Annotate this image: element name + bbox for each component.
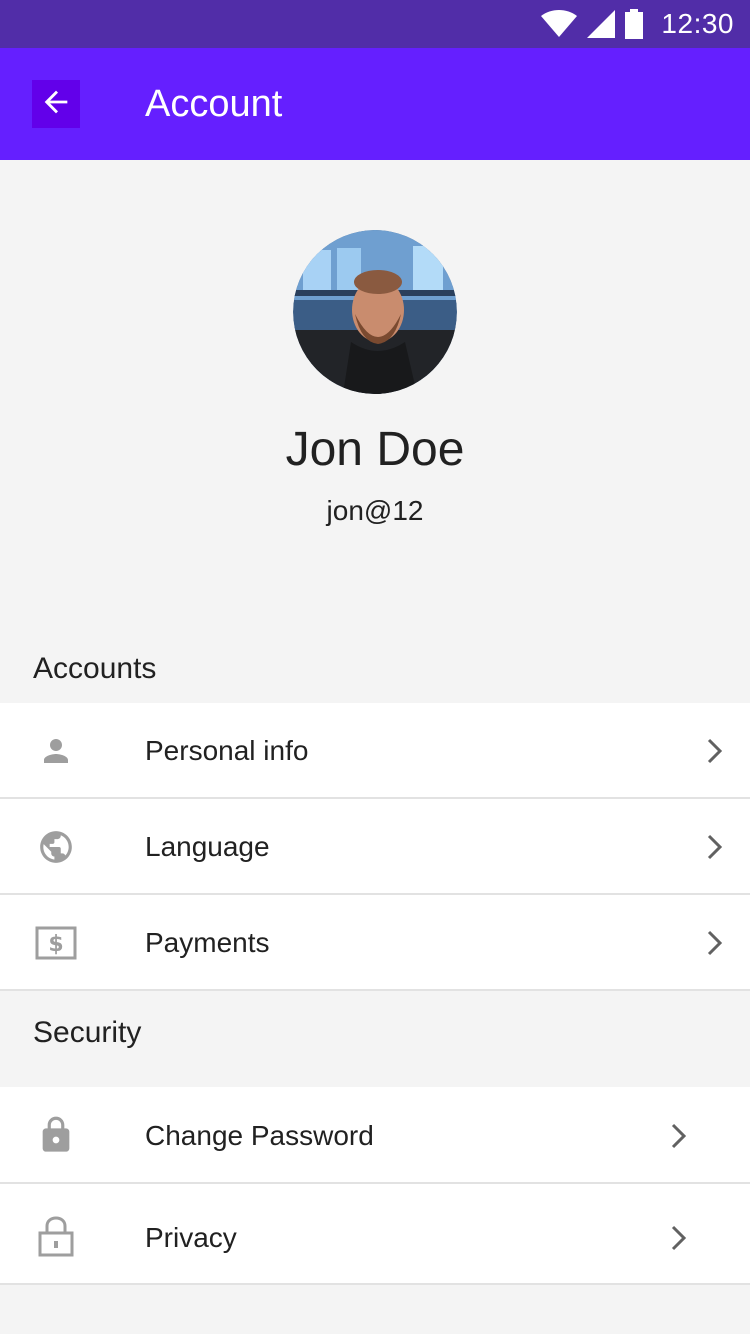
- chevron-right-icon: [668, 1223, 690, 1253]
- chevron-right-icon: [704, 736, 726, 766]
- chevron-right-icon: [704, 832, 726, 862]
- wifi-icon: [541, 10, 578, 38]
- list-item-language[interactable]: Language: [0, 799, 750, 895]
- section-header-security: Security: [33, 1016, 142, 1049]
- list-item-label: Change Password: [145, 1120, 374, 1151]
- list-item-payments[interactable]: $ Payments: [0, 895, 750, 991]
- list-item-change-password[interactable]: Change Password: [0, 1087, 750, 1184]
- list-item-personal-info[interactable]: Personal info: [0, 703, 750, 799]
- status-bar: 12:30: [0, 0, 750, 48]
- lock-icon: [34, 1113, 78, 1157]
- battery-icon: [625, 9, 644, 39]
- svg-text:$: $: [48, 932, 63, 957]
- person-icon: [34, 729, 78, 773]
- signal-icon: [587, 10, 616, 38]
- globe-icon: [34, 825, 78, 869]
- avatar[interactable]: [293, 230, 457, 394]
- chevron-right-icon: [704, 928, 726, 958]
- app-bar: Account: [0, 48, 750, 160]
- back-button[interactable]: [32, 80, 80, 128]
- payment-icon: $: [34, 921, 78, 965]
- section-header-accounts: Accounts: [33, 652, 157, 685]
- list-item-label: Privacy: [145, 1222, 237, 1253]
- page-title: Account: [145, 83, 283, 125]
- profile-name: Jon Doe: [285, 423, 465, 476]
- chevron-right-icon: [668, 1121, 690, 1151]
- list-item-label: Language: [145, 831, 270, 862]
- profile-handle: jon@12: [326, 495, 424, 526]
- list-item-label: Payments: [145, 927, 270, 958]
- status-time: 12:30: [661, 8, 734, 39]
- list-item-privacy[interactable]: Privacy: [0, 1184, 750, 1285]
- list-item-label: Personal info: [145, 735, 309, 766]
- arrow-back-icon: [39, 85, 73, 124]
- profile-header: Jon Doe jon@12: [0, 160, 750, 650]
- lock-outline-icon: [34, 1214, 78, 1258]
